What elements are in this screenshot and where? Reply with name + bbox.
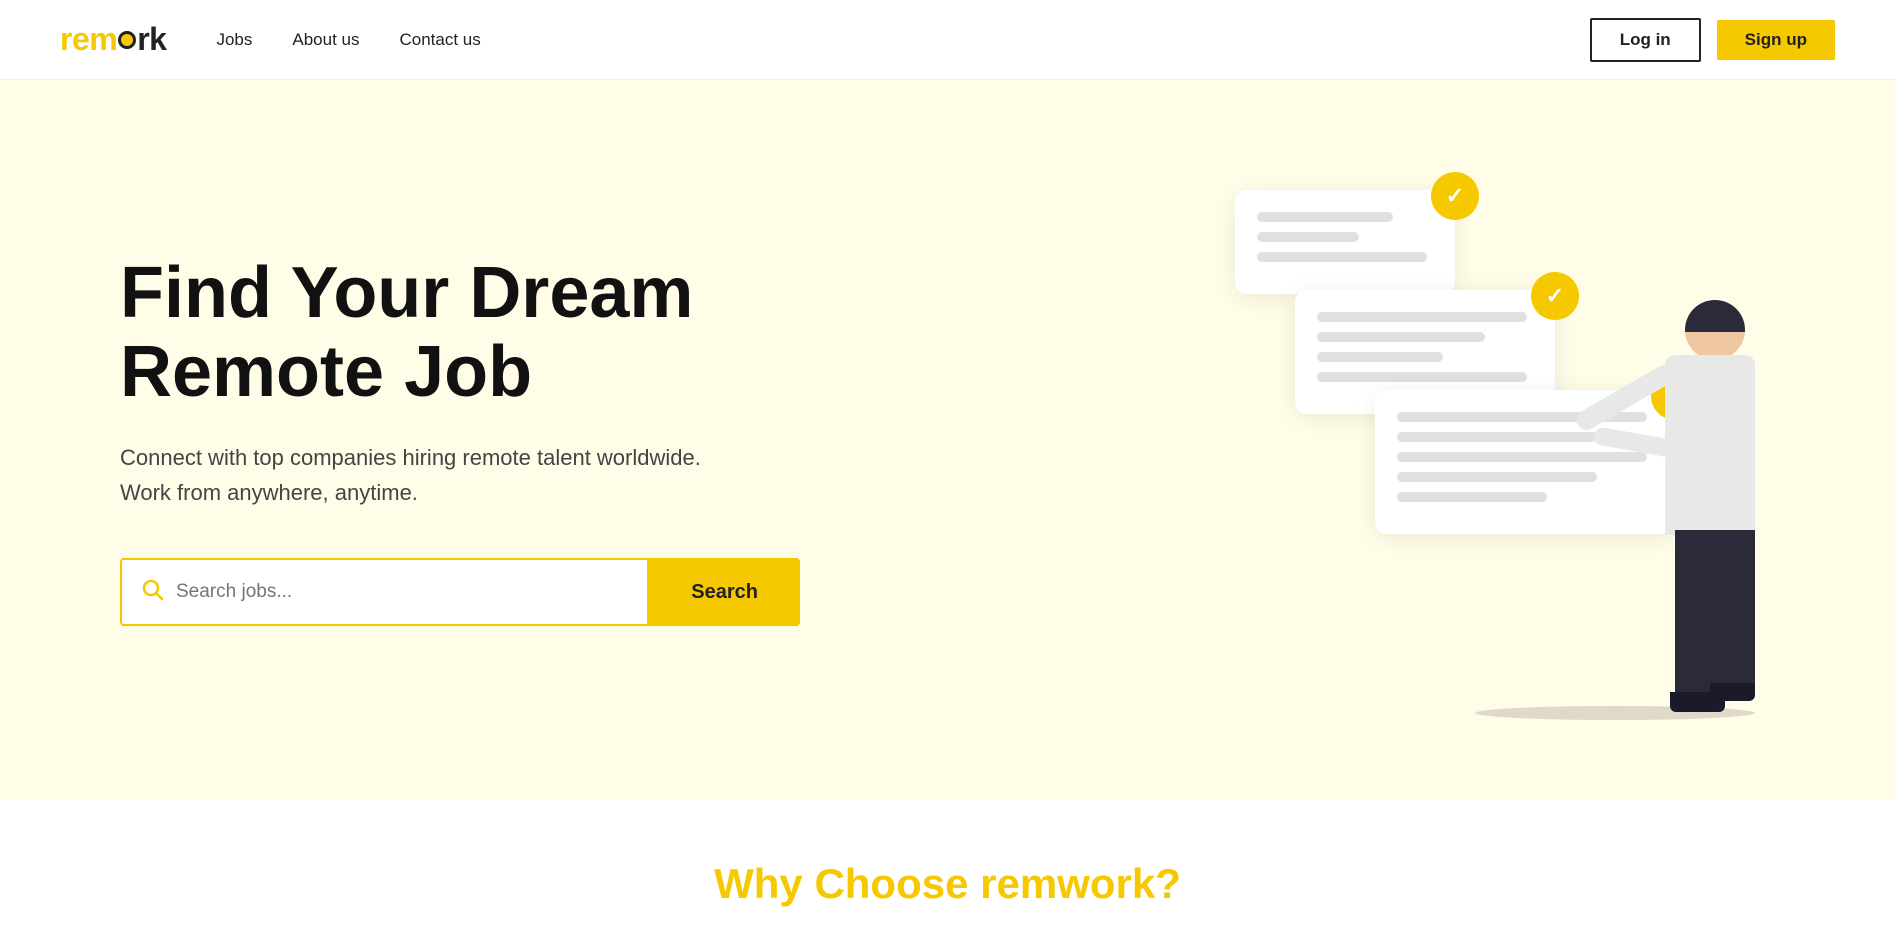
search-button[interactable]: Search: [649, 558, 800, 626]
nav-link-jobs[interactable]: Jobs: [216, 30, 252, 49]
hero-section: Find Your Dream Remote Job Connect with …: [0, 80, 1895, 800]
hero-title: Find Your Dream Remote Job: [120, 254, 800, 412]
hero-subtitle-line1: Connect with top companies hiring remote…: [120, 445, 701, 470]
header-right: Log in Sign up: [1590, 18, 1835, 62]
person-illustration: [1595, 300, 1755, 720]
doc-line: [1317, 372, 1527, 382]
nav-link-contact[interactable]: Contact us: [399, 30, 480, 49]
nav-list: Jobs About us Contact us: [216, 30, 480, 50]
person-hair: [1685, 300, 1745, 332]
main-nav: Jobs About us Contact us: [216, 30, 480, 50]
why-title: Why Choose remwork?: [120, 860, 1775, 908]
nav-link-about[interactable]: About us: [292, 30, 359, 49]
header: remrk Jobs About us Contact us Log in Si…: [0, 0, 1895, 80]
doc-line: [1317, 332, 1485, 342]
nav-item-about[interactable]: About us: [292, 30, 359, 50]
logo-o-icon: [118, 31, 136, 49]
doc-line: [1257, 232, 1359, 242]
nav-item-contact[interactable]: Contact us: [399, 30, 480, 50]
person-body: [1665, 355, 1755, 535]
login-button[interactable]: Log in: [1590, 18, 1701, 62]
hero-title-line2: Remote Job: [120, 332, 532, 412]
doc-line: [1397, 492, 1547, 502]
hero-subtitle-line2: Work from anywhere, anytime.: [120, 480, 418, 505]
search-input-wrapper: [120, 558, 649, 626]
header-left: remrk Jobs About us Contact us: [60, 21, 481, 58]
doc-line: [1257, 252, 1427, 262]
search-bar: Search: [120, 558, 800, 626]
hero-title-line1: Find Your Dream: [120, 253, 693, 333]
person-pants-right: [1713, 530, 1755, 690]
person-arm-down: [1593, 426, 1675, 458]
search-input[interactable]: [176, 581, 629, 603]
document-1: [1235, 190, 1455, 294]
doc-line: [1317, 312, 1527, 322]
checkmark-2: ✓: [1531, 272, 1579, 320]
checkmark-1: ✓: [1431, 172, 1479, 220]
logo-rem: rem: [60, 21, 117, 57]
person-pants-left: [1675, 530, 1717, 700]
nav-item-jobs[interactable]: Jobs: [216, 30, 252, 50]
hero-content: Find Your Dream Remote Job Connect with …: [120, 254, 800, 627]
doc-line: [1317, 352, 1443, 362]
logo[interactable]: remrk: [60, 21, 166, 58]
doc-line: [1397, 472, 1597, 482]
hero-illustration: ✓ ✓ ✓: [1080, 160, 1775, 720]
doc-line: [1397, 432, 1597, 442]
person-shoe-right: [1710, 683, 1755, 701]
logo-rk: rk: [137, 21, 166, 57]
search-icon: [140, 577, 164, 607]
why-section: Why Choose remwork?: [0, 800, 1895, 948]
hero-subtitle: Connect with top companies hiring remote…: [120, 440, 800, 510]
doc-line: [1257, 212, 1393, 222]
signup-button[interactable]: Sign up: [1717, 20, 1835, 60]
